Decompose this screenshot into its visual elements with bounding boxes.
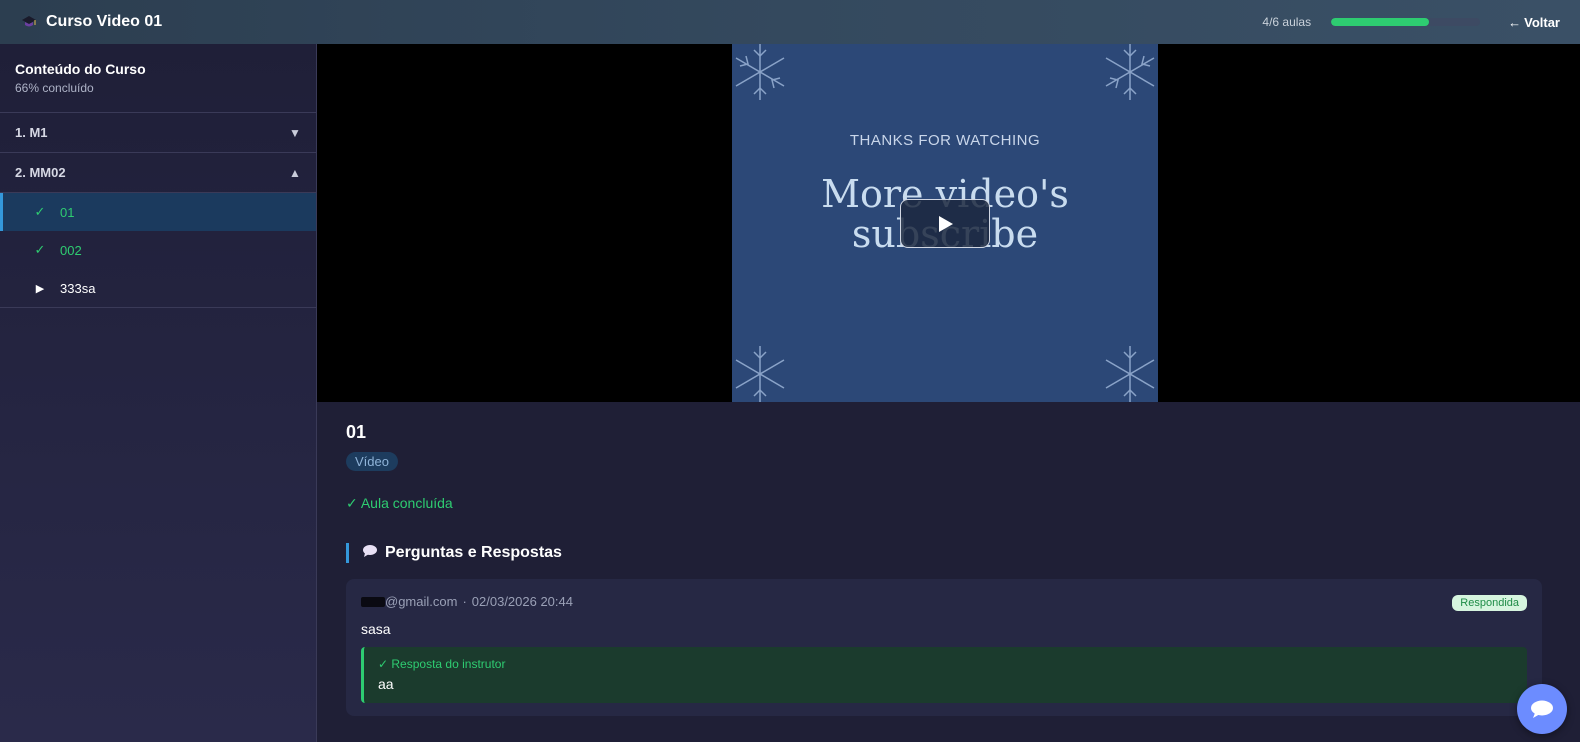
snowflake-icon [735,44,785,100]
module-m1[interactable]: 1. M1 ▼ [0,113,316,153]
meta-separator: · [462,594,467,609]
video-player[interactable]: THANKS FOR WATCHING More video's subscri… [317,44,1580,402]
module-mm02[interactable]: 2. MM02 ▲ [0,153,316,193]
speech-bubble-icon [362,544,378,563]
course-title: Curso Video 01 [46,13,163,30]
lesson-label: 002 [60,242,82,258]
graduation-cap-icon [20,13,38,31]
qa-question: sasa [361,621,391,637]
check-icon: ✓ [34,242,46,257]
lesson-item-01[interactable]: ✓ 01 [0,193,316,231]
back-button[interactable]: ← Voltar [1508,15,1560,30]
lesson-list: ✓ 01 ✓ 002 ▶ 333sa [0,193,316,308]
qa-title-text: Perguntas e Respostas [385,544,562,561]
chevron-down-icon: ▼ [289,125,301,140]
progress-bar [1331,18,1481,26]
play-icon: ▶ [35,282,45,295]
snowflake-icon [1105,44,1155,100]
lesson-info: 01 Vídeo ✓ Aula concluída Perguntas e Re… [317,402,1580,716]
lesson-completed-status: ✓ Aula concluída [346,495,453,511]
lesson-label: 01 [60,204,75,220]
course-sidebar: Conteúdo do Curso 66% concluído 1. M1 ▼ … [0,44,317,742]
main-content: THANKS FOR WATCHING More video's subscri… [317,44,1580,742]
lesson-label: 333sa [60,280,96,296]
lesson-item-002[interactable]: ✓ 002 [0,231,316,269]
redacted-username [361,596,385,607]
back-label: Voltar [1524,14,1560,30]
lesson-type-badge: Vídeo [346,452,398,471]
instructor-answer: ✓ Resposta do instrutor aa [361,647,1527,703]
chat-bubble-icon [1531,700,1553,718]
arrow-left-icon: ← [1508,14,1522,30]
module-label: 2. MM02 [15,165,66,180]
check-icon: ✓ [34,204,46,219]
progress-text: 4/6 aulas [1262,15,1312,29]
progress-fill [1331,18,1430,26]
chat-button[interactable] [1517,684,1567,734]
lesson-title: 01 [346,422,367,442]
answer-text: aa [378,676,394,692]
lesson-item-333sa[interactable]: ▶ 333sa [0,269,316,307]
chevron-up-icon: ▲ [289,165,301,180]
sidebar-progress: 66% concluído [15,81,94,95]
sidebar-header: Conteúdo do Curso 66% concluído [0,44,316,113]
play-icon [939,215,953,232]
qa-meta: @gmail.com · 02/03/2026 20:44 [361,594,1527,609]
topbar-right: 4/6 aulas ← Voltar [1262,15,1560,30]
qa-section-title: Perguntas e Respostas [346,543,1551,563]
qa-item: @gmail.com · 02/03/2026 20:44 Respondida… [346,579,1542,716]
status-badge: Respondida [1452,595,1527,611]
slide-caption: THANKS FOR WATCHING [849,132,1041,149]
qa-author-email: @gmail.com [385,594,458,609]
play-button[interactable] [900,199,990,248]
module-label: 1. M1 [15,125,48,140]
answer-label: ✓ Resposta do instrutor [378,657,506,671]
sidebar-title: Conteúdo do Curso [15,61,146,77]
snowflake-icon [735,346,785,402]
snowflake-icon [1105,346,1155,402]
top-bar: Curso Video 01 4/6 aulas ← Voltar [0,0,1580,44]
qa-datetime: 02/03/2026 20:44 [471,594,573,609]
